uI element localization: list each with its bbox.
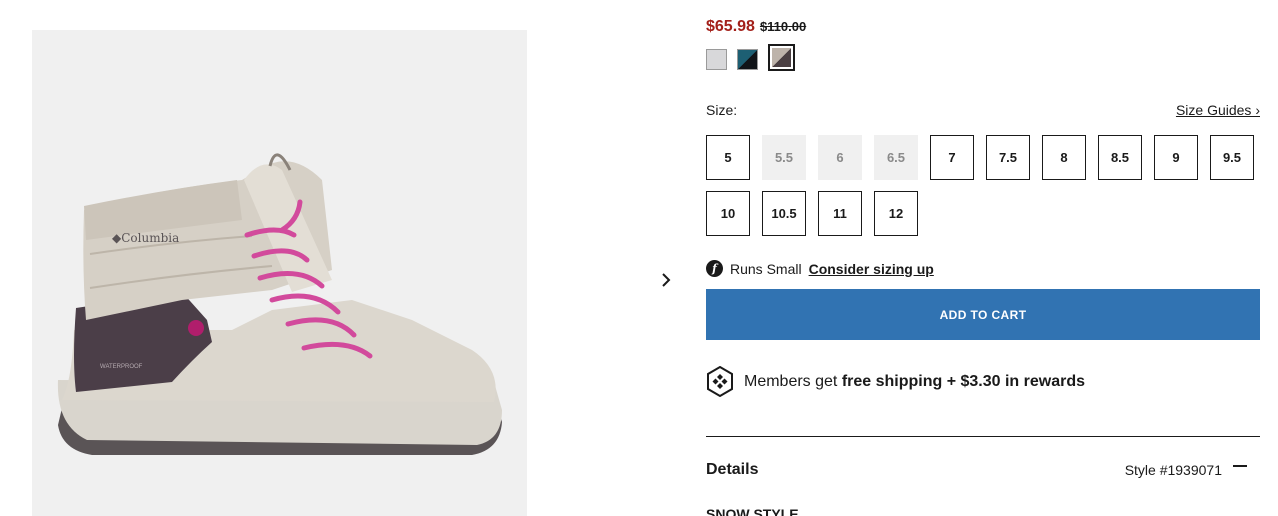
add-to-cart-button[interactable]: ADD TO CART <box>706 289 1260 340</box>
fit-text: Runs Small <box>730 260 802 277</box>
size-option: 6 <box>818 135 862 180</box>
color-swatches <box>706 44 795 71</box>
members-benefit: Members get free shipping + $3.30 in rew… <box>706 366 1085 397</box>
size-option[interactable]: 9 <box>1154 135 1198 180</box>
swatch-taupe-dark[interactable] <box>768 44 795 71</box>
fit-info-icon: f <box>706 260 723 277</box>
size-label: Size: <box>706 102 738 118</box>
size-option[interactable]: 7.5 <box>986 135 1030 180</box>
next-image-arrow[interactable] <box>652 266 680 294</box>
swatch-fill <box>738 49 757 69</box>
size-option[interactable]: 11 <box>818 191 862 236</box>
svg-text:◆Columbia: ◆Columbia <box>112 231 179 245</box>
size-option[interactable]: 8.5 <box>1098 135 1142 180</box>
size-option[interactable]: 8 <box>1042 135 1086 180</box>
swatch-teal-black[interactable] <box>737 48 758 70</box>
swatch-fill <box>772 48 791 67</box>
details-subheading: SNOW STYLE <box>706 506 799 516</box>
product-image[interactable]: ◆Columbia WATERPROOF <box>32 30 527 516</box>
size-option: 5.5 <box>762 135 806 180</box>
svg-text:WATERPROOF: WATERPROOF <box>100 364 143 370</box>
original-price: $110.00 <box>759 19 807 34</box>
swatch-fill <box>707 49 726 69</box>
boot-illustration: ◆Columbia WATERPROOF <box>57 153 503 455</box>
consider-sizing-up-link[interactable]: Consider sizing up <box>809 261 934 277</box>
size-option[interactable]: 9.5 <box>1210 135 1254 180</box>
sale-price: $65.98 <box>706 18 755 35</box>
size-options: 5 5.5 6 6.5 7 7.5 8 8.5 9 9.5 10 10.5 11 12 <box>706 135 1266 236</box>
style-number: Style #1939071 <box>1124 462 1222 478</box>
chevron-right-icon <box>662 273 671 287</box>
size-option[interactable]: 10 <box>706 191 750 236</box>
rewards-badge-icon <box>707 366 733 397</box>
price: $65.98 $110.00 <box>706 18 806 36</box>
members-text: Members get free shipping + $3.30 in rew… <box>744 373 1085 391</box>
fit-advice: f Runs Small Consider sizing up <box>706 260 934 277</box>
collapse-minus-icon[interactable] <box>1232 458 1248 474</box>
members-offer: free shipping + $3.30 in rewards <box>841 372 1086 390</box>
divider <box>706 436 1260 437</box>
size-option[interactable]: 5 <box>706 135 750 180</box>
details-heading[interactable]: Details <box>706 461 758 479</box>
swatch-light-grey[interactable] <box>706 48 727 70</box>
members-prefix: Members get <box>744 372 842 390</box>
size-option[interactable]: 12 <box>874 191 918 236</box>
size-option: 6.5 <box>874 135 918 180</box>
size-guides-link[interactable]: Size Guides › <box>1176 102 1260 118</box>
size-option[interactable]: 10.5 <box>762 191 806 236</box>
size-option[interactable]: 7 <box>930 135 974 180</box>
